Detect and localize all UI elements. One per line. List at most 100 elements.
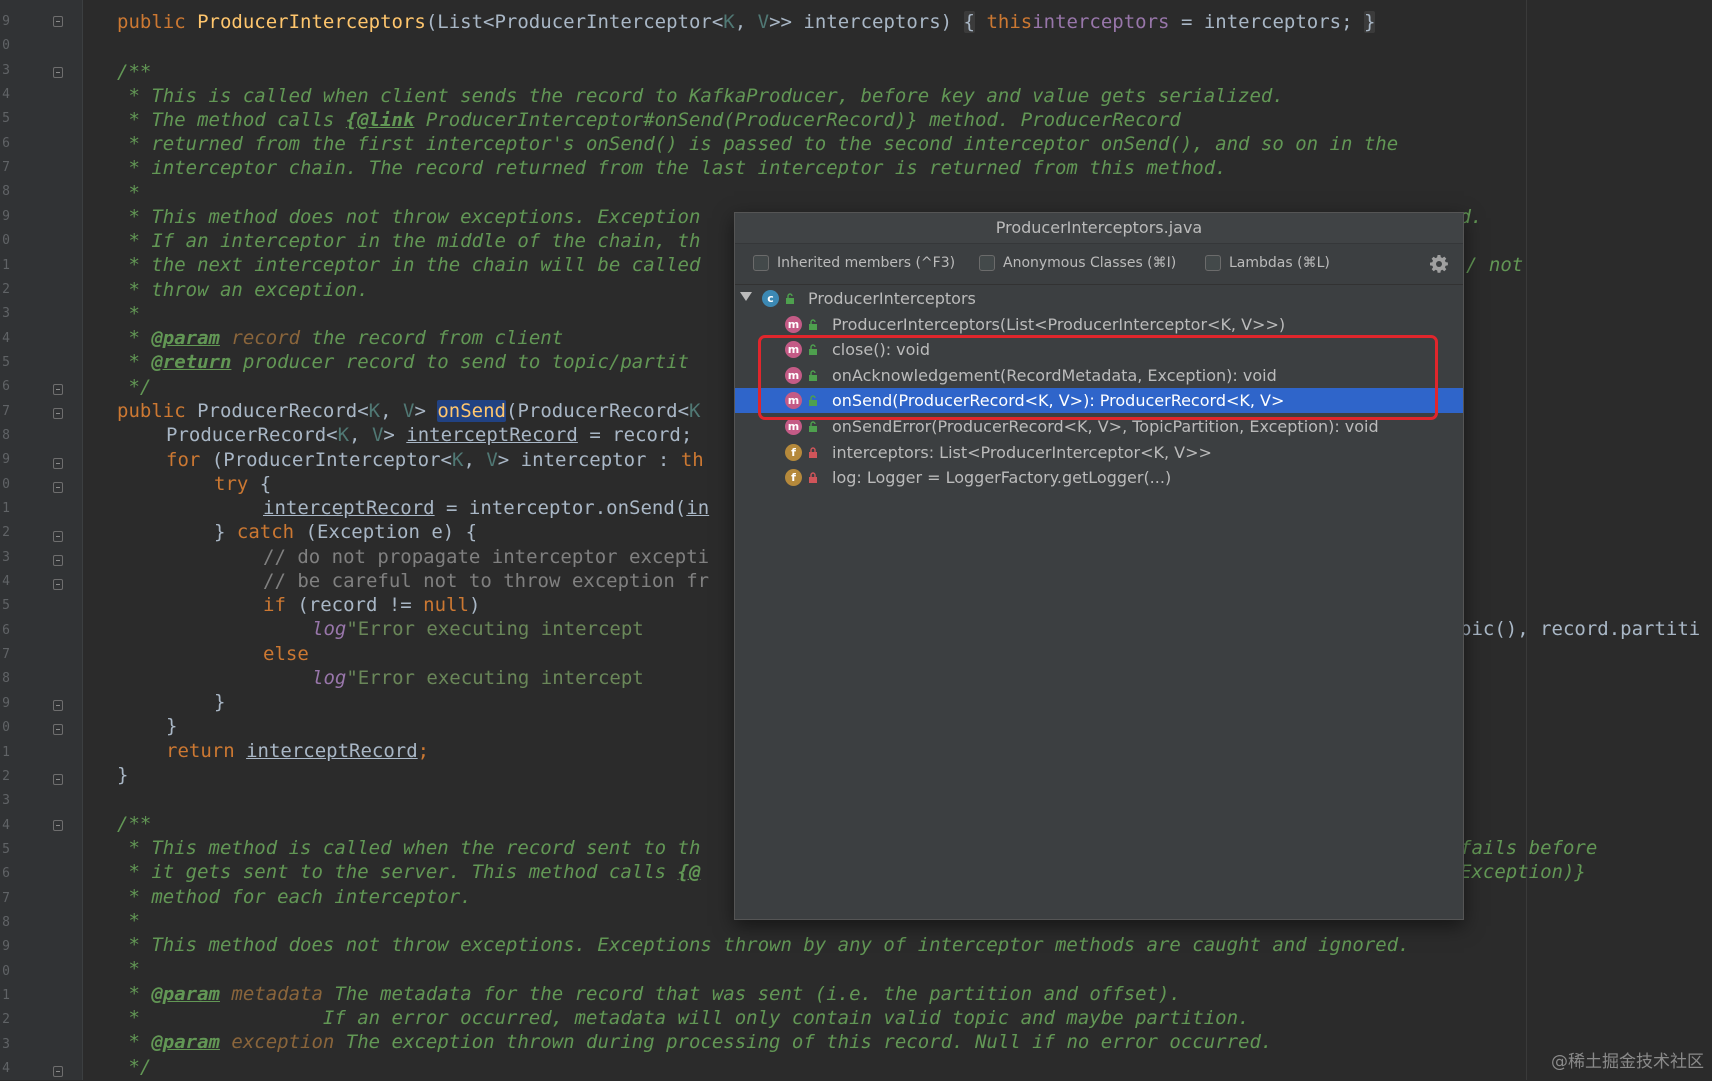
line-number: 3	[2, 793, 10, 809]
code-line[interactable]: *	[117, 957, 139, 981]
fold-marker-icon[interactable]	[53, 820, 63, 831]
line-number: 1	[2, 988, 10, 1003]
public-unlock-icon	[786, 293, 794, 304]
code-line[interactable]: * returned from the first interceptor's …	[117, 132, 1398, 156]
code-line[interactable]: try {	[214, 472, 271, 496]
gear-icon[interactable]	[1429, 254, 1449, 274]
tree-item-field[interactable]: f log: Logger = LoggerFactory.getLogger(.…	[735, 465, 1463, 490]
line-number: 8	[2, 184, 10, 200]
public-unlock-icon	[809, 318, 817, 330]
line-number: 1	[2, 501, 10, 516]
code-line[interactable]: * it gets sent to the server. This metho…	[117, 860, 700, 884]
line-number: 0	[2, 476, 10, 492]
tree-item-method[interactable]: m onSend(ProducerRecord<K, V>): ProducerR…	[735, 388, 1463, 414]
code-line[interactable]: * This is called when client sends the r…	[117, 84, 1283, 108]
method-icon: m	[785, 341, 802, 359]
fold-marker-icon[interactable]	[53, 458, 63, 469]
code-line[interactable]: * interceptor chain. The record returned…	[117, 156, 1226, 180]
code-line[interactable]: * @param record the record from client	[117, 326, 563, 350]
checkbox[interactable]	[1205, 255, 1221, 271]
code-line[interactable]: }	[117, 763, 128, 787]
fold-marker-icon[interactable]	[53, 384, 63, 395]
fold-marker-icon[interactable]	[53, 408, 63, 419]
line-number: 8	[2, 671, 10, 687]
filter-checkbox-1[interactable]: Inherited members (^F3)	[753, 255, 955, 271]
code-line[interactable]: * The method calls {@link ProducerInterc…	[117, 108, 1180, 132]
method-icon: m	[785, 315, 802, 333]
tree-item-label: onSend(ProducerRecord<K, V>): ProducerRe…	[832, 391, 1285, 411]
code-line[interactable]: *	[117, 181, 139, 205]
code-line[interactable]: * throw an exception.	[117, 278, 368, 302]
code-line[interactable]: // do not propagate interceptor excepti	[263, 545, 709, 569]
code-line[interactable]: * If an interceptor in the middle of the…	[117, 229, 700, 253]
code-line[interactable]: * method for each interceptor.	[117, 885, 471, 909]
checkbox[interactable]	[979, 255, 995, 271]
tree-root-class[interactable]: c ProducerInterceptors	[735, 286, 1463, 311]
code-line[interactable]: public ProducerRecord<K, V> onSend(Produ…	[117, 399, 700, 423]
code-line[interactable]: public ProducerInterceptors(List<Produce…	[117, 10, 1376, 34]
expand-arrow-icon[interactable]	[740, 292, 752, 301]
fold-marker-icon[interactable]	[53, 1066, 63, 1077]
fold-marker-icon[interactable]	[53, 482, 63, 493]
code-line[interactable]: return interceptRecord;	[166, 739, 429, 763]
line-number: 5	[2, 354, 10, 370]
line-number: 3	[2, 62, 10, 78]
line-number: 3	[2, 306, 10, 322]
fold-marker-icon[interactable]	[53, 724, 63, 735]
fold-marker-icon[interactable]	[53, 700, 63, 711]
file-structure-popup[interactable]: ProducerInterceptors.java Inherited memb…	[734, 212, 1464, 920]
code-line[interactable]: interceptRecord = interceptor.onSend(in	[263, 496, 709, 520]
checkbox[interactable]	[753, 255, 769, 271]
line-number: 4	[2, 817, 10, 833]
code-line[interactable]: }	[214, 690, 225, 714]
code-line[interactable]: * If an error occurred, metadata will on…	[117, 1006, 1249, 1030]
code-line[interactable]: }	[166, 714, 177, 738]
code-line[interactable]: } catch (Exception e) {	[214, 520, 477, 544]
line-number: 3	[2, 1036, 10, 1052]
code-line[interactable]: if (record != null)	[263, 593, 480, 617]
code-line[interactable]: // be careful not to throw exception fr	[263, 569, 709, 593]
code-line[interactable]: * @return producer record to send to top…	[117, 350, 689, 374]
fold-marker-icon[interactable]	[53, 16, 63, 27]
tree-item-method[interactable]: m ProducerInterceptors(List<ProducerInter…	[735, 312, 1463, 337]
line-number: 4	[2, 87, 10, 103]
code-line[interactable]: */	[117, 1055, 151, 1079]
code-line[interactable]: * This method does not throw exceptions.…	[117, 205, 700, 229]
code-line[interactable]: /**	[117, 812, 151, 836]
code-line[interactable]: ProducerRecord<K, V> interceptRecord = r…	[166, 423, 692, 447]
tree-item-field[interactable]: f interceptors: List<ProducerInterceptor<…	[735, 440, 1463, 465]
tree-item-method[interactable]: m onAcknowledgement(RecordMetadata, Excep…	[735, 363, 1463, 388]
fold-marker-icon[interactable]	[53, 555, 63, 566]
filter-label: Anonymous Classes (⌘I)	[1003, 255, 1177, 271]
code-line[interactable]: * This method is called when the record …	[117, 836, 700, 860]
tree-item-method[interactable]: m onSendError(ProducerRecord<K, V>, Topic…	[735, 414, 1463, 439]
tree-item-label: onSendError(ProducerRecord<K, V>, TopicP…	[832, 417, 1379, 436]
code-line[interactable]: /**	[117, 60, 151, 84]
code-line[interactable]: for (ProducerInterceptor<K, V> intercept…	[166, 448, 704, 472]
right-margin-guide	[1526, 0, 1527, 1080]
code-line[interactable]: */	[117, 375, 151, 399]
fold-marker-icon[interactable]	[53, 774, 63, 785]
code-line[interactable]: *	[117, 302, 139, 326]
tree-item-method[interactable]: m close(): void	[735, 337, 1463, 362]
popup-title: ProducerInterceptors.java	[735, 213, 1463, 244]
code-line[interactable]: * the next interceptor in the chain will…	[117, 253, 700, 277]
code-line[interactable]: * This method does not throw exceptions.…	[117, 933, 1409, 957]
line-number: 3	[2, 549, 10, 565]
code-line[interactable]: log"Error executing intercept	[312, 617, 644, 641]
code-line-tail: fails before	[1460, 837, 1598, 859]
filter-checkbox-2[interactable]: Anonymous Classes (⌘I)	[979, 255, 1176, 271]
fold-marker-icon[interactable]	[53, 579, 63, 590]
fold-marker-icon[interactable]	[53, 531, 63, 542]
class-icon: c	[762, 290, 779, 307]
code-line[interactable]: log"Error executing intercept	[312, 666, 644, 690]
line-number: 0	[2, 963, 10, 979]
tree-item-label: close(): void	[832, 340, 931, 360]
code-line[interactable]: else	[263, 642, 309, 666]
code-line[interactable]: *	[117, 909, 139, 933]
fold-marker-icon[interactable]	[53, 67, 63, 78]
code-line[interactable]: * @param metadata The metadata for the r…	[117, 982, 1180, 1006]
filter-checkbox-3[interactable]: Lambdas (⌘L)	[1205, 255, 1330, 271]
line-number: 4	[2, 1061, 10, 1077]
code-line[interactable]: * @param exception The exception thrown …	[117, 1030, 1272, 1054]
